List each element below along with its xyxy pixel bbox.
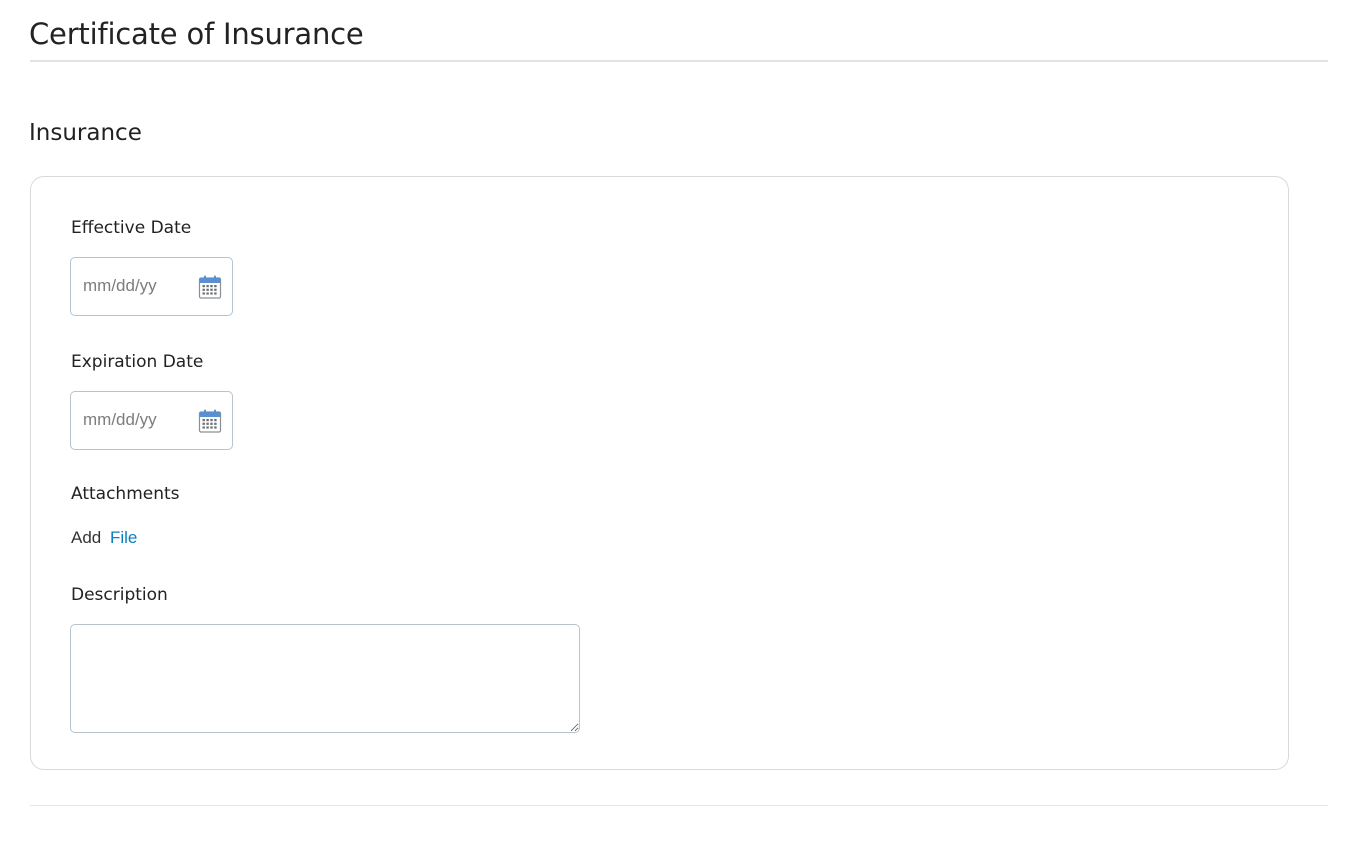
add-file-link[interactable]: File <box>110 528 137 547</box>
effective-date-input[interactable] <box>83 274 183 298</box>
description-textarea[interactable] <box>70 624 580 733</box>
expiration-date-field[interactable] <box>70 391 233 450</box>
bottom-divider <box>30 805 1328 806</box>
attachments-label: Attachments <box>71 484 180 504</box>
expiration-date-label: Expiration Date <box>71 352 204 372</box>
calendar-icon[interactable] <box>198 408 222 434</box>
section-title: Insurance <box>29 120 142 146</box>
attachments-add-text: Add <box>71 528 102 547</box>
insurance-card: Effective Date mm/dd/yy Expiration Date … <box>30 176 1289 770</box>
effective-date-label: Effective Date <box>71 218 192 238</box>
title-divider <box>30 60 1328 62</box>
expiration-date-input[interactable] <box>83 408 183 432</box>
attachments-row: Add File <box>71 527 137 549</box>
page-title: Certificate of Insurance <box>29 17 364 51</box>
effective-date-field[interactable] <box>70 257 233 316</box>
description-label: Description <box>71 585 168 605</box>
calendar-icon[interactable] <box>198 274 222 300</box>
